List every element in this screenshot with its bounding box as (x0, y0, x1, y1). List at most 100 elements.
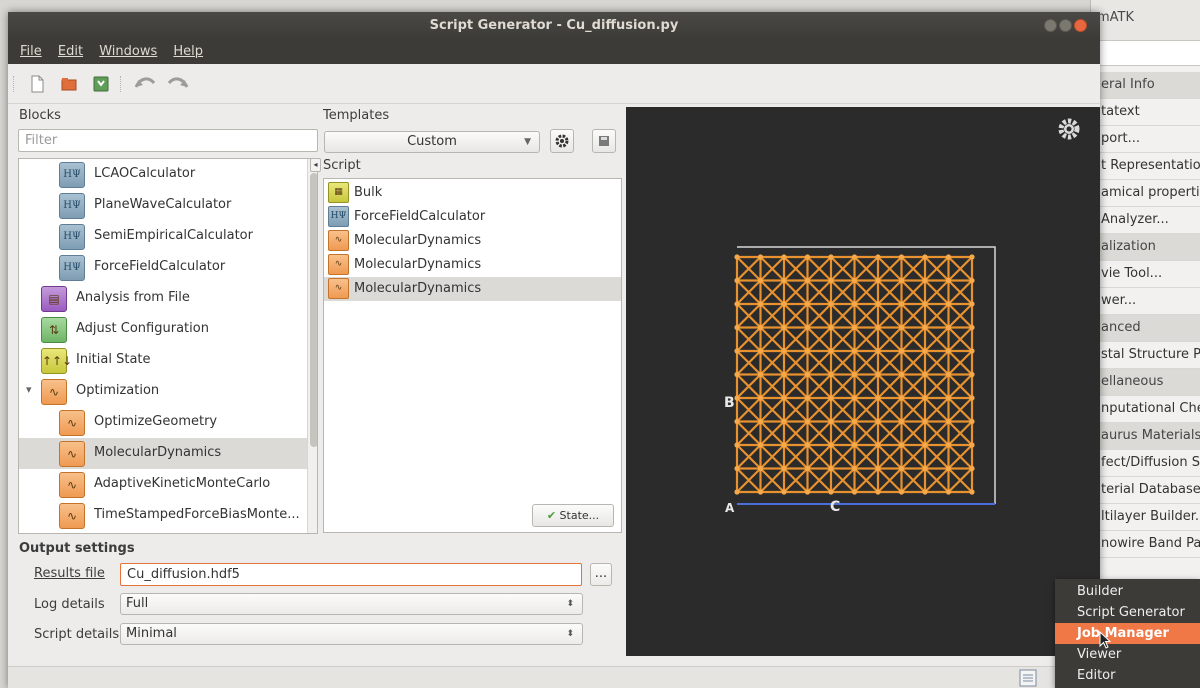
menu-windows[interactable]: Windows (93, 40, 163, 59)
copper-atom (922, 371, 928, 378)
new-file-icon[interactable] (28, 75, 46, 93)
copper-atom (828, 371, 834, 378)
copper-atom (875, 348, 881, 354)
background-app-item[interactable]: ltilayer Builder... (1091, 504, 1200, 531)
copper-atom (851, 442, 858, 448)
context-menu-item[interactable]: Editor (1055, 665, 1200, 686)
context-menu-item[interactable]: Builder (1055, 581, 1200, 602)
open-folder-icon[interactable] (60, 75, 78, 93)
background-app-item[interactable]: t Representatio (1091, 153, 1200, 180)
close-button[interactable] (1074, 19, 1087, 32)
copper-atom (851, 489, 858, 495)
copper-atom (734, 465, 740, 472)
block-item[interactable]: ∿ OptimizeGeometry (19, 407, 307, 438)
structure-viewer[interactable]: B C A (626, 107, 1100, 656)
context-menu-item[interactable]: Viewer (1055, 644, 1200, 665)
crystal-structure-canvas[interactable]: B C A (626, 107, 1100, 656)
block-item[interactable]: ▾ ∿ Optimization (19, 376, 307, 407)
browse-button[interactable]: ... (590, 563, 612, 586)
copper-atom (851, 395, 858, 401)
copper-atom (757, 371, 764, 378)
background-app-item[interactable]: nputational Che (1091, 396, 1200, 423)
collapse-arrow-icon[interactable]: ◂ (310, 158, 321, 172)
adjust-icon: ⇅ (41, 317, 67, 343)
block-item[interactable]: ▤ Analysis from File (19, 283, 307, 314)
gear-icon (555, 134, 569, 148)
copper-atom (945, 371, 952, 378)
block-item-label: AdaptiveKineticMonteCarlo (94, 476, 271, 491)
background-app-item[interactable]: vie Tool... (1091, 261, 1200, 288)
script-item[interactable]: HΨ ForceFieldCalculator (324, 205, 621, 229)
block-item[interactable]: ∿ AdaptiveKineticMonteCarlo (19, 469, 307, 500)
background-app-section: ellaneous (1091, 369, 1200, 396)
checkmark-icon: ✔ (546, 509, 557, 522)
redo-icon[interactable] (166, 75, 190, 93)
copper-atom (851, 371, 858, 378)
copper-atom (875, 442, 881, 448)
blocks-filter-input[interactable] (18, 129, 318, 152)
viewer-settings-gear-icon[interactable] (1058, 118, 1080, 140)
state-button[interactable]: ✔ State... (532, 504, 614, 527)
background-app-item[interactable]: Analyzer... (1091, 207, 1200, 234)
save-icon[interactable] (92, 75, 110, 93)
results-file-input[interactable] (120, 563, 582, 586)
script-item[interactable]: ∿ MolecularDynamics (324, 277, 621, 301)
copper-atom (804, 442, 811, 448)
background-app-item[interactable]: stal Structure Pr (1091, 342, 1200, 369)
script-item[interactable]: ∿ MolecularDynamics (324, 229, 621, 253)
background-app-item[interactable]: terial Database... (1091, 477, 1200, 504)
blocks-scrollbar-thumb[interactable] (310, 173, 317, 447)
background-app-item[interactable]: tatext (1091, 99, 1200, 126)
menu-edit[interactable]: Edit (52, 40, 89, 59)
templates-dropdown[interactable]: Custom ▼ (324, 131, 540, 153)
menu-file[interactable]: File (14, 40, 48, 59)
block-item[interactable]: ∿ MolecularDynamics (19, 438, 307, 469)
context-menu-item[interactable]: Script Generator (1055, 602, 1200, 623)
blocks-scrollbar[interactable] (307, 159, 317, 533)
background-app-item[interactable]: nowire Band Par (1091, 531, 1200, 558)
copper-atom (969, 442, 975, 448)
background-app-item[interactable]: port... (1091, 126, 1200, 153)
script-details-dropdown[interactable]: Minimal ⬍ (120, 623, 583, 645)
copper-atom (734, 301, 740, 307)
copper-atom (851, 418, 858, 425)
script-item-label: Bulk (354, 185, 383, 200)
copper-atom (898, 301, 905, 307)
minimize-button[interactable] (1044, 19, 1057, 32)
script-item[interactable]: ∿ MolecularDynamics (324, 253, 621, 277)
calculator-icon: HΨ (59, 255, 85, 281)
background-app-item[interactable]: fect/Diffusion Sc (1091, 450, 1200, 477)
expand-arrow-icon[interactable]: ▾ (26, 383, 32, 396)
log-view-icon[interactable] (1018, 669, 1038, 687)
copper-atom (969, 489, 975, 495)
block-item[interactable]: ⇅ Adjust Configuration (19, 314, 307, 345)
calculator-icon: HΨ (59, 224, 85, 250)
status-bar (8, 666, 1100, 688)
block-item[interactable]: HΨ ForceFieldCalculator (19, 252, 307, 283)
block-item[interactable]: HΨ PlaneWaveCalculator (19, 190, 307, 221)
templates-settings-button[interactable] (550, 129, 574, 153)
background-app-item[interactable]: amical propertie (1091, 180, 1200, 207)
script-item-label: MolecularDynamics (354, 233, 482, 248)
menu-help[interactable]: Help (167, 40, 209, 59)
maximize-button[interactable] (1059, 19, 1072, 32)
undo-icon[interactable] (133, 75, 157, 93)
block-item[interactable]: HΨ LCAOCalculator (19, 159, 307, 190)
block-item[interactable]: ∿ TimeStampedForceBiasMonte... (19, 500, 307, 531)
copper-atom (898, 348, 905, 354)
templates-save-button[interactable] (592, 129, 616, 153)
log-details-value: Full (126, 596, 149, 611)
copper-atom (875, 371, 881, 378)
context-menu-item[interactable]: Job Manager (1055, 623, 1200, 644)
copper-atom (828, 489, 834, 495)
title-bar[interactable]: Script Generator - Cu_diffusion.py (8, 12, 1100, 40)
script-details-label: Script details (34, 627, 120, 642)
block-item[interactable]: ↑↑↓ Initial State (19, 345, 307, 376)
script-item[interactable]: ▦ Bulk (324, 181, 621, 205)
menu-bar: File Edit Windows Help (8, 40, 1100, 64)
block-item-label: Adjust Configuration (76, 321, 209, 336)
block-item[interactable]: HΨ SemiEmpiricalCalculator (19, 221, 307, 252)
log-details-dropdown[interactable]: Full ⬍ (120, 593, 583, 615)
background-app-search[interactable] (1091, 40, 1200, 66)
background-app-item[interactable]: wer... (1091, 288, 1200, 315)
